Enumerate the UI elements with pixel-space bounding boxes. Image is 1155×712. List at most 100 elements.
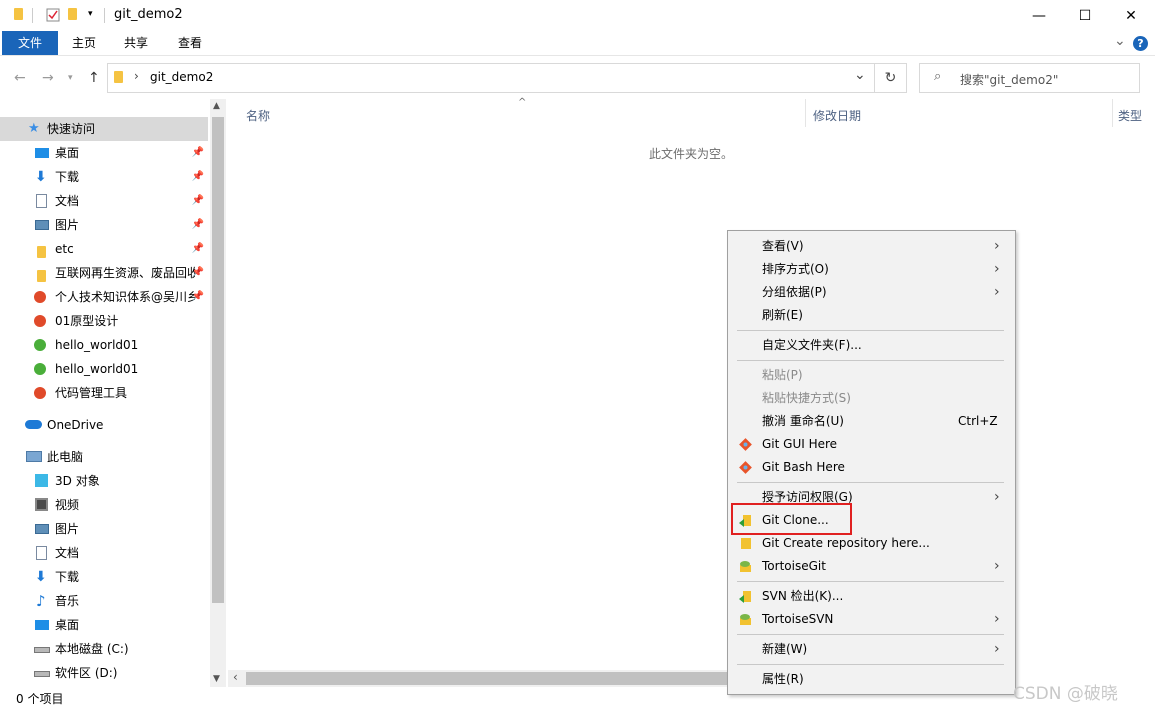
nav-quick-access[interactable]: ★ 快速访问: [0, 117, 208, 141]
nav-item-drive-d[interactable]: 软件区 (D:): [0, 661, 208, 685]
menu-item-refresh[interactable]: 刷新(E): [728, 304, 1015, 327]
menu-item-git-bash-here[interactable]: Git Bash Here: [728, 456, 1015, 479]
close-button[interactable]: ✕: [1108, 0, 1154, 31]
menu-item-undo-rename[interactable]: 撤消 重命名(U) Ctrl+Z: [728, 410, 1015, 433]
pin-icon: 📌: [191, 243, 204, 254]
search-box[interactable]: ⌕ 搜索"git_demo2": [919, 63, 1140, 93]
menu-item-paste-shortcut: 粘贴快捷方式(S): [728, 387, 1015, 410]
nav-item-knowledge-system[interactable]: 个人技术知识体系@吴川乡 📌: [0, 285, 208, 309]
menu-item-view[interactable]: 查看(V) ›: [728, 235, 1015, 258]
svn-checkout-icon: [738, 589, 753, 604]
menu-label: 粘贴(P): [762, 368, 803, 382]
scroll-up-icon[interactable]: ▲: [213, 101, 220, 111]
nav-label: 快速访问: [47, 122, 96, 136]
nav-onedrive[interactable]: OneDrive: [0, 413, 208, 437]
new-folder-icon[interactable]: [68, 8, 82, 22]
pictures-icon: [35, 524, 49, 534]
refresh-button[interactable]: ↻: [875, 63, 907, 93]
tab-file[interactable]: 文件: [2, 31, 58, 55]
menu-item-tortoisegit[interactable]: TortoiseGit ›: [728, 555, 1015, 578]
menu-label: 刷新(E): [762, 308, 803, 322]
horizontal-scrollbar-thumb[interactable]: [246, 672, 728, 685]
tab-view[interactable]: 查看: [164, 31, 216, 55]
download-icon: ⬇: [35, 169, 47, 185]
svn-folder-icon: [34, 291, 46, 303]
pin-icon: 📌: [191, 195, 204, 206]
up-arrow-icon[interactable]: ↑: [88, 70, 100, 86]
maximize-button[interactable]: ☐: [1062, 0, 1108, 31]
nav-item-prototype[interactable]: 01原型设计: [0, 309, 208, 333]
nav-item-pictures[interactable]: 图片 📌: [0, 213, 208, 237]
column-divider[interactable]: [1112, 99, 1113, 127]
tab-home[interactable]: 主页: [58, 31, 110, 55]
nav-label: 下载: [55, 570, 80, 584]
nav-item-code-tools[interactable]: 代码管理工具: [0, 381, 208, 405]
menu-item-git-gui-here[interactable]: Git GUI Here: [728, 433, 1015, 456]
column-header-date[interactable]: 修改日期: [813, 107, 861, 124]
menu-label: 新建(W): [762, 642, 808, 656]
column-divider[interactable]: [805, 99, 806, 127]
menu-item-group-by[interactable]: 分组依据(P) ›: [728, 281, 1015, 304]
nav-label: hello_world01: [55, 338, 139, 352]
nav-label: 3D 对象: [55, 474, 100, 488]
customize-quick-access-icon[interactable]: ▾: [88, 9, 102, 23]
nav-item-hello-world-1[interactable]: hello_world01: [0, 333, 208, 357]
menu-item-git-create-repository[interactable]: Git Create repository here...: [728, 532, 1015, 555]
nav-item-downloads[interactable]: ⬇ 下载 📌: [0, 165, 208, 189]
nav-item-pc-documents[interactable]: 文档: [0, 541, 208, 565]
nav-item-pc-desktop[interactable]: 桌面: [0, 613, 208, 637]
menu-item-sort-by[interactable]: 排序方式(O) ›: [728, 258, 1015, 281]
address-dropdown-icon[interactable]: ⌄: [854, 67, 866, 83]
back-arrow-icon[interactable]: ←: [14, 70, 26, 86]
menu-label: Git GUI Here: [762, 437, 838, 451]
menu-item-paste: 粘贴(P): [728, 364, 1015, 387]
menu-item-new[interactable]: 新建(W) ›: [728, 638, 1015, 661]
minimize-button[interactable]: —: [1016, 0, 1062, 31]
pin-icon: 📌: [191, 219, 204, 230]
nav-item-3d-objects[interactable]: 3D 对象: [0, 469, 208, 493]
breadcrumb-chevron-icon[interactable]: ›: [134, 69, 139, 83]
column-header-type[interactable]: 类型: [1118, 107, 1142, 124]
context-menu: 查看(V) › 排序方式(O) › 分组依据(P) › 刷新(E) 自定义文件夹…: [727, 230, 1016, 695]
nav-item-hello-world-2[interactable]: hello_world01: [0, 357, 208, 381]
menu-label: TortoiseSVN: [762, 612, 834, 626]
recent-locations-icon[interactable]: ▾: [68, 73, 73, 83]
forward-arrow-icon[interactable]: →: [42, 70, 54, 86]
nav-label: 此电脑: [47, 450, 84, 464]
chevron-down-icon[interactable]: ⌄: [1114, 33, 1126, 49]
nav-item-documents[interactable]: 文档 📌: [0, 189, 208, 213]
nav-item-videos[interactable]: 视频: [0, 493, 208, 517]
nav-label: 代码管理工具: [55, 386, 128, 400]
properties-icon[interactable]: [46, 8, 60, 22]
submenu-arrow-icon: ›: [994, 238, 1000, 254]
videos-icon: [35, 498, 48, 511]
divider: [32, 8, 33, 23]
nav-scrollbar-thumb[interactable]: [212, 117, 224, 603]
nav-item-drive-c[interactable]: 本地磁盘 (C:): [0, 637, 208, 661]
nav-this-pc[interactable]: 此电脑: [0, 445, 208, 469]
submenu-arrow-icon: ›: [994, 261, 1000, 277]
column-header-name[interactable]: 名称: [246, 107, 270, 124]
menu-item-properties[interactable]: 属性(R): [728, 668, 1015, 691]
scroll-down-icon[interactable]: ▼: [213, 674, 220, 684]
nav-item-pc-downloads[interactable]: ⬇ 下载: [0, 565, 208, 589]
nav-item-pc-pictures[interactable]: 图片: [0, 517, 208, 541]
download-icon: ⬇: [35, 569, 47, 585]
breadcrumb-segment[interactable]: git_demo2: [150, 70, 213, 84]
menu-item-tortoisesvn[interactable]: TortoiseSVN ›: [728, 608, 1015, 631]
search-input[interactable]: 搜索"git_demo2": [960, 71, 1058, 88]
scroll-left-icon[interactable]: ‹: [233, 670, 238, 684]
nav-label: 01原型设计: [55, 314, 119, 328]
nav-label: 文档: [55, 546, 80, 560]
nav-item-recycling-folder[interactable]: 互联网再生资源、废品回收 📌: [0, 261, 208, 285]
menu-shortcut: Ctrl+Z: [958, 414, 998, 428]
menu-item-svn-checkout[interactable]: SVN 检出(K)...: [728, 585, 1015, 608]
tab-share[interactable]: 共享: [110, 31, 162, 55]
menu-item-customize-folder[interactable]: 自定义文件夹(F)...: [728, 334, 1015, 357]
nav-item-desktop[interactable]: 桌面 📌: [0, 141, 208, 165]
watermark: CSDN @破晓: [1013, 684, 1118, 704]
help-icon[interactable]: ?: [1133, 36, 1148, 51]
nav-item-music[interactable]: ♪ 音乐: [0, 589, 208, 613]
address-bar[interactable]: › git_demo2 ⌄: [107, 63, 875, 93]
nav-item-etc[interactable]: etc 📌: [0, 237, 208, 261]
